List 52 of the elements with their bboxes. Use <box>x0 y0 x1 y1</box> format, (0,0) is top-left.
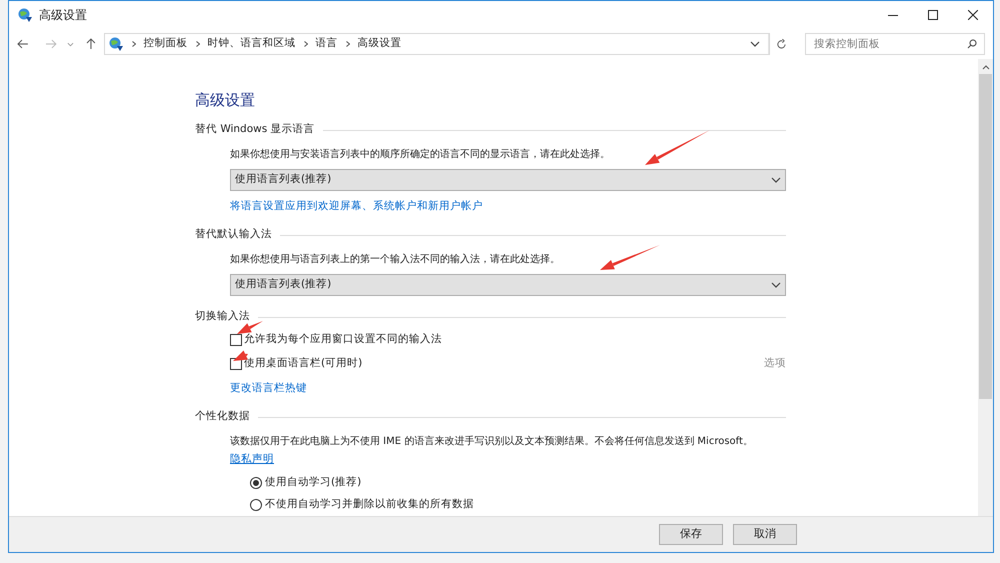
checkbox[interactable] <box>230 334 242 346</box>
checkbox-label: 使用桌面语言栏(可用时) <box>244 356 362 372</box>
dropdown[interactable]: 使用语言列表(推荐) <box>230 169 786 191</box>
checkbox-label: 允许我为每个应用窗口设置不同的输入法 <box>244 332 442 348</box>
section-title: 替代默认输入法 <box>195 227 272 242</box>
globe-icon <box>17 7 33 23</box>
chevron-down-icon <box>771 282 781 288</box>
section-title: 个性化数据 <box>195 409 250 424</box>
section-title: 切换输入法 <box>195 309 250 324</box>
close-icon <box>968 10 978 20</box>
page-heading: 高级设置 <box>195 90 256 110</box>
chevron-right-icon <box>132 41 136 47</box>
address-bar[interactable]: 控制面板 时钟、语言和区域 语言 高级设置 <box>104 33 770 55</box>
section-title: 替代 Windows 显示语言 <box>195 122 315 138</box>
refresh-icon[interactable] <box>776 38 787 50</box>
annotation-arrow <box>600 245 660 270</box>
description-text: 如果你想使用与安装语言列表中的顺序所确定的语言不同的显示语言，请在此处选择。 <box>230 149 610 160</box>
description-text: 该数据仅用于在此电脑上为不使用 IME 的语言来改进手写识别以及文本预测结果。不会将任何信息发送到 Microsoft。 <box>230 436 753 447</box>
back-arrow-icon[interactable] <box>17 39 29 49</box>
settings-link[interactable]: 将语言设置应用到欢迎屏幕、系统帐户和新用户帐户 <box>230 198 483 214</box>
search-icon <box>966 39 977 49</box>
window-title: 高级设置 <box>39 7 87 24</box>
annotation-arrow <box>237 321 263 334</box>
dialog-button[interactable]: 保存 <box>659 524 723 545</box>
radio-button[interactable] <box>250 499 262 511</box>
chevron-right-icon <box>196 41 200 47</box>
address-dropdown-icon <box>750 41 760 47</box>
up-arrow-icon[interactable] <box>86 38 96 50</box>
radio-button[interactable] <box>250 477 262 489</box>
search-field[interactable]: 搜索控制面板 <box>804 33 985 55</box>
radio-label: 使用自动学习(推荐) <box>265 475 362 490</box>
radio-label: 不使用自动学习并删除以前收集的所有数据 <box>265 497 474 512</box>
chevron-right-icon <box>304 41 308 47</box>
breadcrumb-item[interactable]: 时钟、语言和区域 <box>208 36 296 52</box>
dialog-button[interactable]: 取消 <box>733 524 797 545</box>
chevron-down-icon[interactable] <box>66 42 74 46</box>
scrollbar[interactable] <box>978 59 993 516</box>
scrollbar-thumb[interactable] <box>979 74 992 399</box>
dropdown[interactable]: 使用语言列表(推荐) <box>230 274 786 296</box>
description-text: 如果你想使用与语言列表上的第一个输入法不同的输入法，请在此处选择。 <box>230 254 560 265</box>
minimize-icon <box>888 14 898 16</box>
globe-icon <box>108 36 124 52</box>
maximize-icon <box>928 10 938 20</box>
scroll-up-icon[interactable] <box>982 65 990 70</box>
privacy-link[interactable]: 隐私声明 <box>230 451 274 467</box>
annotation-arrow <box>645 130 710 165</box>
settings-link[interactable]: 更改语言栏热键 <box>230 380 307 396</box>
breadcrumb-item[interactable]: 控制面板 <box>144 36 188 52</box>
chevron-down-icon <box>771 177 781 183</box>
breadcrumb-item[interactable]: 高级设置 <box>358 36 402 52</box>
chevron-right-icon <box>346 41 350 47</box>
breadcrumb-item[interactable]: 语言 <box>316 36 338 52</box>
